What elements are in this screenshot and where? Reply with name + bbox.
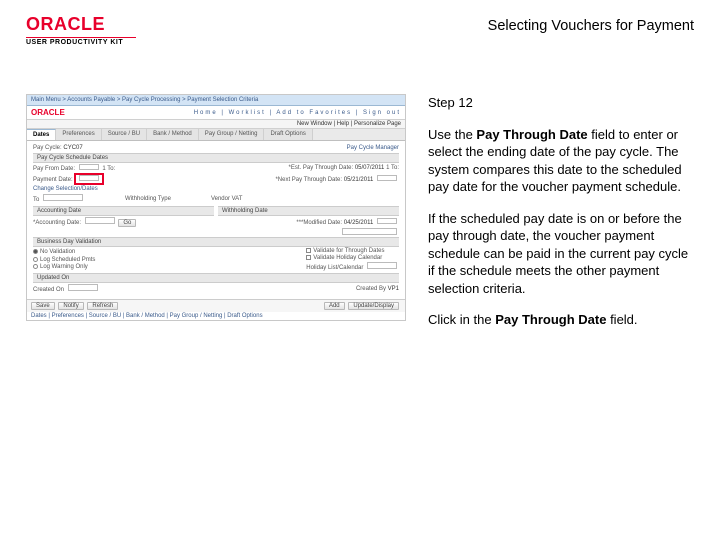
pay-through-date-label: *Est. Pay Through Date: — [289, 165, 354, 171]
section-accounting-date: Accounting Date — [33, 206, 214, 216]
holiday-list-field[interactable] — [367, 262, 397, 269]
screenshot-column: Main Menu > Accounts Payable > Pay Cycle… — [26, 94, 406, 343]
logo-brand: ORACLE — [26, 14, 136, 35]
next-pay-through-label: *Next Pay Through Date: — [275, 177, 342, 183]
radio-no-validation[interactable] — [33, 249, 38, 254]
payment-date-field[interactable] — [79, 175, 99, 181]
tab-bank-method[interactable]: Bank / Method — [147, 129, 199, 140]
app-top-links: Home | Worklist | Add to Favorites | Sig… — [194, 110, 401, 116]
instruction-paragraph-1: Use the Pay Through Date field to enter … — [428, 126, 694, 196]
to-label-1: 1 — [102, 166, 105, 172]
change-selection-link[interactable]: Change Selection/Dates — [33, 186, 98, 192]
opt-log-warning: Log Warning Only — [40, 264, 88, 270]
step-label: Step 12 — [428, 94, 694, 112]
tab-preferences[interactable]: Preferences — [56, 129, 101, 140]
refresh-button[interactable]: Refresh — [87, 302, 118, 310]
to-field-a[interactable] — [43, 194, 83, 201]
app-screenshot: Main Menu > Accounts Payable > Pay Cycle… — [26, 94, 406, 321]
logo-block: ORACLE USER PRODUCTIVITY KIT — [26, 14, 136, 46]
pay-through-date-value: 05/07/2011 — [355, 165, 385, 171]
holiday-list-label: Holiday List/Calendar — [306, 265, 363, 271]
radio-log-scheduled[interactable] — [33, 257, 38, 262]
created-on-label: Created On — [33, 287, 64, 293]
opt-no-validation: No Validation — [40, 250, 75, 256]
instruction-paragraph-2: If the scheduled pay date is on or befor… — [428, 210, 694, 298]
p1-a: Use the — [428, 127, 476, 142]
accounting-date-label: *Accounting Date: — [33, 220, 81, 226]
section-withholding-date: Withholding Date — [218, 206, 399, 216]
opt-validate-through: Validate for Through Dates — [313, 248, 384, 254]
modified-date-spin[interactable] — [377, 218, 397, 224]
modified-date-value: 04/25/2011 — [344, 220, 374, 226]
bottom-tab-links[interactable]: Dates | Preferences | Source / BU | Bank… — [27, 312, 405, 320]
update-display-button[interactable]: Update/Display — [348, 302, 399, 310]
breadcrumb: Main Menu > Accounts Payable > Pay Cycle… — [31, 97, 258, 103]
app-brand: ORACLE — [31, 108, 65, 117]
section-updated-on: Updated On — [33, 273, 399, 283]
pay-cycle-manager-link[interactable]: Pay Cycle Manager — [347, 145, 399, 151]
check-validate-through[interactable] — [306, 248, 311, 253]
check-validate-holiday[interactable] — [306, 255, 311, 260]
app-topbar: Main Menu > Accounts Payable > Pay Cycle… — [27, 95, 405, 106]
logo-subtitle: USER PRODUCTIVITY KIT — [26, 39, 136, 46]
opt-log-scheduled: Log Scheduled Pmts — [40, 257, 95, 263]
opt-validate-holiday: Validate Holiday Calendar — [313, 255, 382, 261]
save-button[interactable]: Save — [31, 302, 55, 310]
payment-date-label: Payment Date: — [33, 177, 73, 183]
radio-log-warning[interactable] — [33, 264, 38, 269]
accounting-date-field[interactable] — [85, 217, 115, 224]
tab-draft-options[interactable]: Draft Options — [264, 129, 312, 140]
p3-bold: Pay Through Date — [495, 312, 606, 327]
header: ORACLE USER PRODUCTIVITY KIT Selecting V… — [0, 0, 720, 52]
pay-from-date-label: Pay From Date: — [33, 166, 75, 172]
p3-b: field. — [606, 312, 637, 327]
app-button-bar: Save Notify Refresh Add Update/Display — [27, 299, 405, 312]
p1-bold: Pay Through Date — [476, 127, 587, 142]
payment-date-select[interactable] — [342, 228, 397, 235]
created-on-field[interactable] — [68, 284, 98, 291]
created-by-value: VP1 — [388, 286, 399, 292]
go-button[interactable]: Go — [118, 219, 136, 227]
to-label-2: To — [33, 197, 39, 203]
section-business-day-validation: Business Day Validation — [33, 237, 399, 247]
payment-date-highlight — [74, 173, 104, 185]
pay-cycle-label: Pay Cycle: — [33, 145, 62, 151]
content: Main Menu > Accounts Payable > Pay Cycle… — [0, 52, 720, 343]
created-by-label: Created By — [356, 286, 386, 292]
pay-from-date-field[interactable] — [79, 164, 99, 170]
instruction-column: Step 12 Use the Pay Through Date field t… — [428, 94, 694, 343]
tab-strip: Dates Preferences Source / BU Bank / Met… — [27, 129, 405, 141]
notify-button[interactable]: Notify — [58, 302, 83, 310]
next-pay-through-value: 05/21/2011 — [344, 177, 374, 183]
modified-date-label: ***Modified Date: — [296, 220, 342, 226]
add-button[interactable]: Add — [324, 302, 345, 310]
next-pay-through-spin[interactable] — [377, 175, 397, 181]
to-label-1b: To: — [107, 166, 115, 172]
pt-to: To: — [391, 165, 399, 171]
tab-source-bu[interactable]: Source / BU — [102, 129, 147, 140]
logo-divider — [26, 37, 136, 38]
page-title: Selecting Vouchers for Payment — [488, 18, 694, 34]
app-body: Pay Cycle: CYC07 Pay Cycle Manager Pay C… — [27, 141, 405, 297]
pay-cycle-value: CYC07 — [63, 145, 82, 151]
instruction-paragraph-3: Click in the Pay Through Date field. — [428, 311, 694, 329]
app-brand-row: ORACLE Home | Worklist | Add to Favorite… — [27, 106, 405, 120]
tab-pay-group[interactable]: Pay Group / Netting — [199, 129, 265, 140]
tab-dates[interactable]: Dates — [27, 129, 56, 140]
app-subnav: New Window | Help | Personalize Page — [27, 120, 405, 129]
withholding-type-label: Withholding Type — [125, 196, 171, 202]
pt-num: 1 — [386, 165, 389, 171]
p3-a: Click in the — [428, 312, 495, 327]
section-schedule-dates: Pay Cycle Schedule Dates — [33, 153, 399, 163]
vendor-vat-label: Vendor VAT — [211, 196, 242, 202]
